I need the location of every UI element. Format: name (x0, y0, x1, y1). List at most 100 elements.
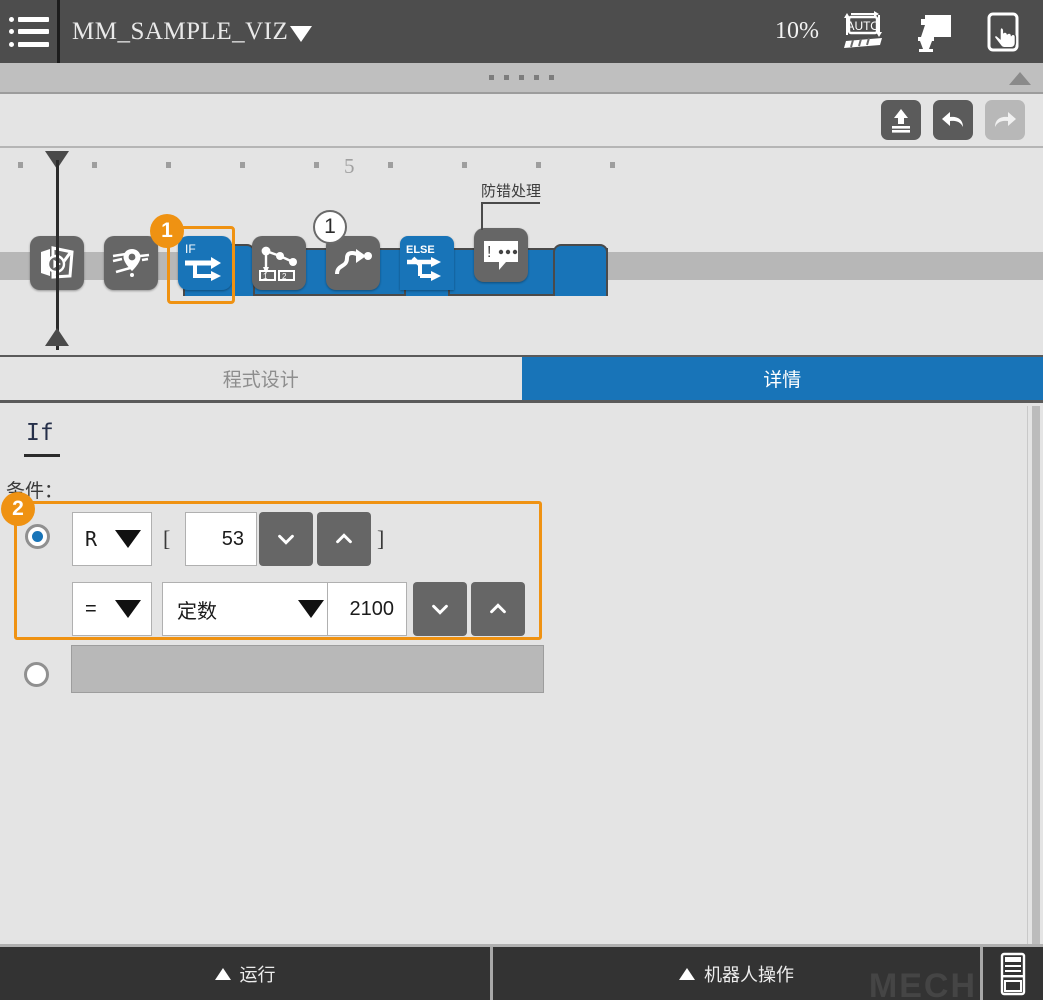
detail-scrollbar-thumb[interactable] (1032, 406, 1040, 944)
ruler-tick (240, 162, 245, 168)
if-node-step-badge: 1 (150, 214, 184, 248)
program-timeline[interactable]: 5 IF 1 1 2 1 ELSE ! 防错处理 (0, 148, 1043, 355)
ruler-number: 5 (344, 154, 355, 178)
operand-value-input[interactable]: 2100 (327, 582, 407, 636)
collapse-triangle-icon[interactable] (1009, 72, 1031, 85)
panel-tabs: 程式设计 详情 (0, 355, 1043, 403)
title-underline (24, 454, 60, 457)
condition-row1-radio[interactable] (25, 524, 50, 549)
ruler-tick (388, 162, 393, 168)
project-title-button[interactable]: MM_SAMPLE_VIZ (60, 0, 313, 63)
ruler-tick (462, 162, 467, 168)
tab-program-design-label: 程式设计 (222, 370, 299, 391)
waypoint-path-node[interactable] (104, 236, 158, 290)
operand-type-select[interactable]: 定数 (162, 582, 337, 636)
ruler-tick (18, 162, 23, 168)
upload-icon (892, 109, 910, 133)
operand-value: 2100 (349, 597, 395, 620)
index-decrement-button[interactable] (259, 512, 313, 566)
triangle-up-icon (679, 967, 695, 980)
else-branch-node[interactable]: ELSE (400, 236, 454, 290)
svg-text:2: 2 (282, 272, 287, 281)
ruler-tick (536, 162, 541, 168)
auto-mode-icon[interactable]: AUTO (837, 9, 889, 55)
time-cursor-bottom-handle[interactable] (45, 328, 69, 346)
else-branch-icon: ELSE (406, 244, 441, 281)
svg-text:!: ! (487, 244, 491, 261)
editor-toolbar (0, 94, 1043, 148)
chevron-up-icon (336, 533, 352, 544)
tool-calibration-icon[interactable] (907, 9, 959, 55)
caret-down-icon[interactable] (115, 530, 141, 548)
speed-percent[interactable]: 10% (775, 18, 819, 45)
page-title: If (26, 420, 54, 446)
ruler-tick (166, 162, 171, 168)
caret-down-icon[interactable] (298, 600, 324, 618)
variable-type-select[interactable]: R (72, 512, 152, 566)
message-node-callout-label: 防错处理 (481, 183, 542, 200)
app-root: MM_SAMPLE_VIZ 10% AUTO 5 IF 1 1 2 1 ELSE… (0, 0, 1043, 1000)
condition-group-step-badge: 2 (1, 492, 35, 526)
time-cursor-line[interactable] (56, 160, 59, 350)
ruler-tick (314, 162, 319, 168)
bottom-bar: MECH 运行 机器人操作 (0, 944, 1043, 1000)
index-increment-button[interactable] (317, 512, 371, 566)
condition-row3-slot[interactable] (71, 645, 544, 693)
undo-button[interactable] (933, 100, 973, 140)
run-button[interactable]: 运行 (0, 947, 493, 1000)
panel-drag-handle-bar[interactable] (0, 63, 1043, 94)
move-to-point-icon (335, 249, 372, 275)
if-block-tail[interactable] (553, 244, 608, 296)
chevron-down-icon (278, 534, 294, 545)
operand-type-value: 定数 (177, 600, 217, 623)
caret-down-icon[interactable] (115, 600, 141, 618)
operator-value: = (85, 597, 97, 620)
ruler-tick (610, 162, 615, 168)
undo-icon (942, 112, 963, 127)
waypoint-path-icon (112, 249, 150, 277)
project-title: MM_SAMPLE_VIZ (72, 17, 289, 45)
index-value: 53 (221, 527, 244, 550)
caret-down-icon[interactable] (290, 25, 313, 42)
upload-button[interactable] (881, 100, 921, 140)
bracket-close: ] (377, 526, 385, 551)
move-sequence-icon: 1 2 (259, 246, 297, 281)
index-input[interactable]: 53 (185, 512, 257, 566)
move-to-point-node[interactable] (326, 236, 380, 290)
chevron-down-icon (432, 604, 448, 615)
move-to-point-step-badge: 1 (313, 210, 347, 244)
tab-details[interactable]: 详情 (521, 357, 1043, 400)
redo-button[interactable] (985, 100, 1025, 140)
tab-program-design[interactable]: 程式设计 (0, 357, 522, 400)
redo-icon (995, 112, 1016, 127)
svg-text:ELSE: ELSE (406, 244, 435, 256)
keyboard-icon (1000, 952, 1026, 995)
radio-selected-dot (32, 531, 43, 542)
run-button-label: 运行 (239, 964, 276, 985)
topbar-status-group: 10% AUTO (775, 0, 1043, 63)
operand-decrement-button[interactable] (413, 582, 467, 636)
timeline-ruler: 5 (0, 148, 1043, 178)
message-node[interactable]: ! (474, 228, 528, 282)
robot-operation-label: 机器人操作 (704, 964, 794, 985)
hamburger-menu-icon (8, 16, 49, 47)
operand-increment-button[interactable] (471, 582, 525, 636)
operator-select[interactable]: = (72, 582, 152, 636)
detail-scrollbar[interactable] (1027, 406, 1043, 944)
robot-operation-button[interactable]: 机器人操作 (493, 947, 983, 1000)
menu-button[interactable] (0, 0, 60, 63)
condition-row3-radio[interactable] (24, 662, 49, 687)
svg-text:AUTO: AUTO (846, 19, 879, 33)
move-sequence-node[interactable]: 1 2 (252, 236, 306, 290)
ruler-tick (92, 162, 97, 168)
svg-text:1: 1 (263, 272, 268, 281)
detail-panel: If 条件： R [ 53] = 定数 2100 2 (0, 406, 1043, 944)
top-bar: MM_SAMPLE_VIZ 10% AUTO (0, 0, 1043, 63)
condition-group[interactable]: R [ 53 ] = 定数 2100 (14, 501, 542, 640)
keyboard-button[interactable] (983, 947, 1043, 1000)
touch-screen-icon[interactable] (977, 9, 1029, 55)
callout-leader-line (481, 202, 483, 230)
chevron-up-icon (490, 603, 506, 614)
drag-handle-dots-icon[interactable] (489, 75, 554, 80)
